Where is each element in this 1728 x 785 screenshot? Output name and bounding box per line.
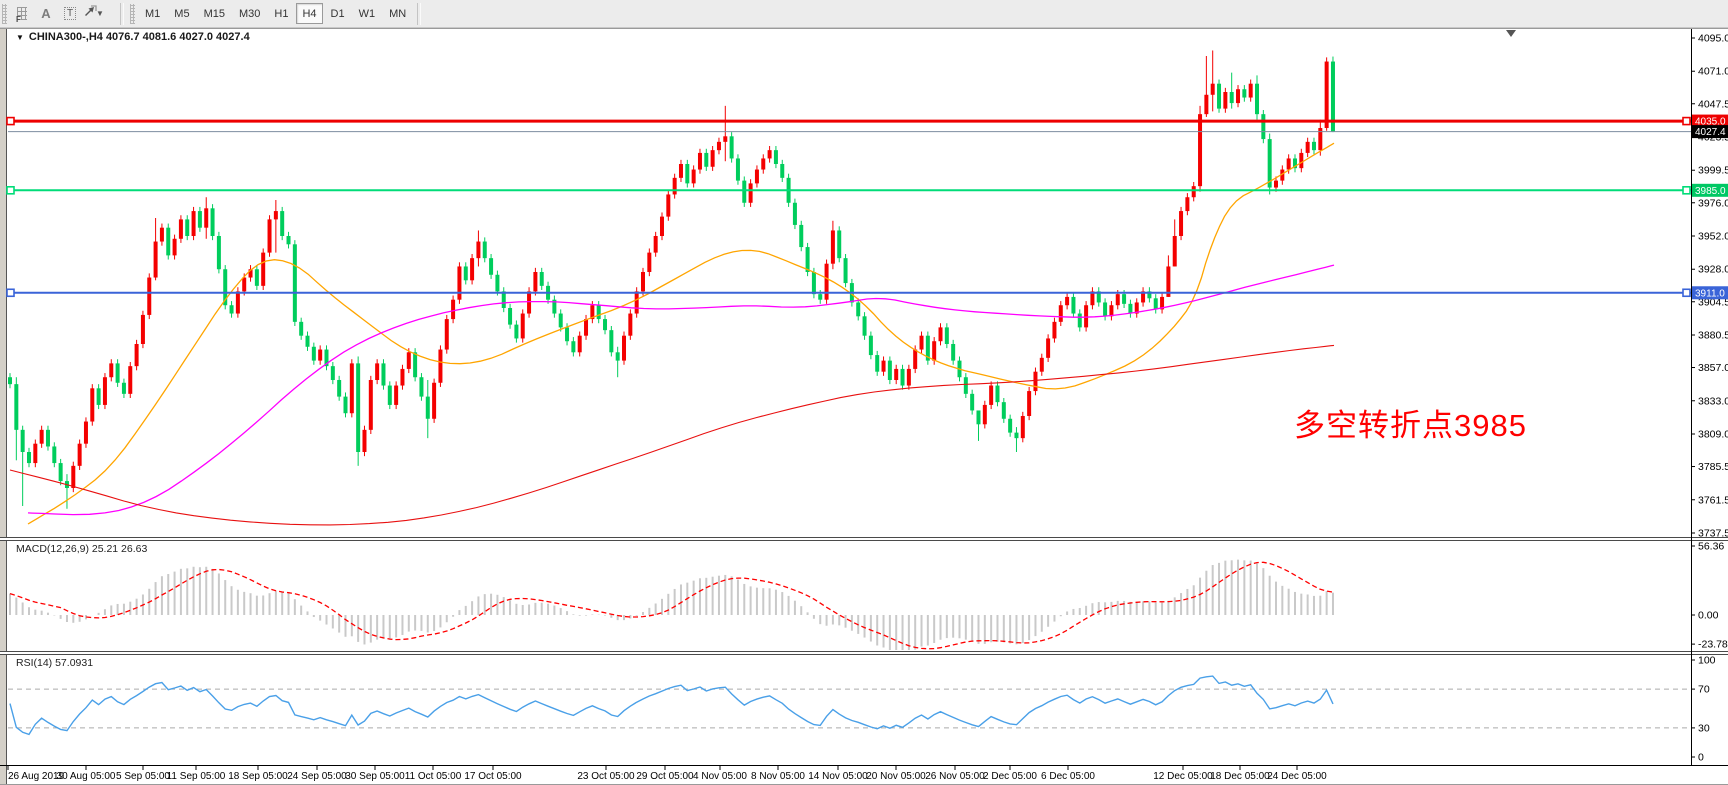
tab-timeframe-M1[interactable]: M1 [139, 3, 166, 24]
date-label: 11 Sep 05:00 [167, 771, 226, 782]
svg-text:56.36: 56.36 [1698, 540, 1724, 552]
svg-text:4071.0: 4071.0 [1698, 66, 1728, 78]
toolbar-separator [120, 3, 124, 25]
date-label: 20 Nov 05:00 [866, 771, 926, 782]
date-label: 30 Aug 05:00 [57, 771, 116, 782]
chart-title: ▼ CHINA300-,H4 4076.7 4081.6 4027.0 4027.… [16, 31, 250, 43]
date-label: 14 Nov 05:00 [808, 771, 868, 782]
tab-timeframe-M30[interactable]: M30 [233, 3, 266, 24]
svg-text:3737.5: 3737.5 [1698, 527, 1728, 539]
toolbar: F A T ▼ M1M5M15M30H1H4D1W1MN [0, 0, 1728, 28]
date-label: 23 Oct 05:00 [577, 771, 635, 782]
arrows-icon [83, 4, 98, 17]
svg-text:0: 0 [1698, 752, 1704, 764]
svg-text:3928.0: 3928.0 [1698, 264, 1728, 276]
level-line-handle [1683, 118, 1690, 125]
level-line-handle [7, 118, 14, 125]
svg-text:3785.5: 3785.5 [1698, 461, 1728, 473]
svg-text:3976.0: 3976.0 [1698, 197, 1728, 209]
tab-timeframe-D1[interactable]: D1 [325, 3, 351, 24]
svg-text:3809.0: 3809.0 [1698, 428, 1728, 440]
tab-timeframe-MN[interactable]: MN [383, 3, 412, 24]
tab-timeframe-H4[interactable]: H4 [296, 3, 322, 24]
symbol-dropdown-icon[interactable]: ▼ [16, 33, 24, 42]
svg-text:70: 70 [1698, 684, 1710, 696]
svg-text:30: 30 [1698, 722, 1710, 734]
svg-text:3952.0: 3952.0 [1698, 230, 1728, 242]
letter-a-icon: A [41, 6, 50, 21]
grid-f-icon: F [17, 7, 27, 20]
date-label: 18 Sep 05:00 [228, 771, 288, 782]
date-label: 6 Dec 05:00 [1041, 771, 1095, 782]
date-label: 18 Dec 05:00 [1210, 771, 1270, 782]
svg-text:4047.5: 4047.5 [1698, 98, 1728, 110]
tab-timeframe-H1[interactable]: H1 [268, 3, 294, 24]
text-label-icon[interactable]: T [58, 3, 82, 25]
toolbar-grip[interactable] [2, 4, 7, 24]
mt4-chart-window: 4095.04071.04047.54023.53999.53976.03952… [0, 0, 1728, 785]
chart-title-text: CHINA300-,H4 4076.7 4081.6 4027.0 4027.4 [29, 31, 250, 43]
tab-timeframe-M5[interactable]: M5 [168, 3, 195, 24]
date-label: 2 Dec 05:00 [983, 771, 1037, 782]
svg-text:3880.5: 3880.5 [1698, 329, 1728, 341]
tab-timeframe-W1[interactable]: W1 [353, 3, 382, 24]
annotation-text[interactable]: 多空转折点3985 [1294, 400, 1527, 445]
svg-text:-23.78: -23.78 [1698, 639, 1728, 651]
svg-text:4095.0: 4095.0 [1698, 33, 1728, 45]
date-label: 30 Sep 05:00 [345, 771, 405, 782]
letter-t-icon: T [64, 7, 76, 20]
text-annotation-icon[interactable]: A [34, 3, 58, 25]
date-label: 8 Nov 05:00 [751, 771, 805, 782]
level-line-handle [7, 289, 14, 296]
timeframe-bar: M1M5M15M30H1H4D1W1MN [138, 3, 413, 24]
svg-text:3761.5: 3761.5 [1698, 494, 1728, 506]
svg-text:3999.5: 3999.5 [1698, 165, 1728, 177]
date-label: 4 Nov 05:00 [693, 771, 747, 782]
price-badge: 3985.0 [1695, 186, 1726, 197]
svg-text:3833.0: 3833.0 [1698, 395, 1728, 407]
svg-text:100: 100 [1698, 655, 1716, 667]
level-line-handle [1683, 187, 1690, 194]
macd-indicator-label: MACD(12,26,9) 25.21 26.63 [16, 543, 147, 555]
toolbar-separator [417, 3, 421, 25]
date-label: 11 Oct 05:00 [405, 771, 462, 782]
svg-text:0.00: 0.00 [1698, 610, 1719, 622]
date-label: 17 Oct 05:00 [464, 771, 522, 782]
price-badge: 3911.0 [1695, 288, 1725, 299]
level-line-handle [7, 187, 14, 194]
date-label: 24 Dec 05:00 [1267, 771, 1327, 782]
rsi-indicator-label: RSI(14) 57.0931 [16, 657, 93, 669]
date-label: 26 Nov 05:00 [925, 771, 985, 782]
date-label: 24 Sep 05:00 [287, 771, 347, 782]
price-badge: 4027.4 [1695, 127, 1726, 138]
chart-grid-icon[interactable]: F [10, 3, 34, 25]
toolbar-grip[interactable] [130, 4, 135, 24]
drawing-tools-button[interactable]: ▼ [82, 3, 116, 25]
tab-timeframe-M15[interactable]: M15 [198, 3, 231, 24]
svg-text:3857.0: 3857.0 [1698, 362, 1728, 374]
chart-canvas[interactable]: 4095.04071.04047.54023.53999.53976.03952… [0, 0, 1728, 785]
level-line-handle [1683, 289, 1690, 296]
date-label: 12 Dec 05:00 [1153, 771, 1213, 782]
date-label: 29 Oct 05:00 [636, 771, 694, 782]
date-label: 5 Sep 05:00 [116, 771, 170, 782]
